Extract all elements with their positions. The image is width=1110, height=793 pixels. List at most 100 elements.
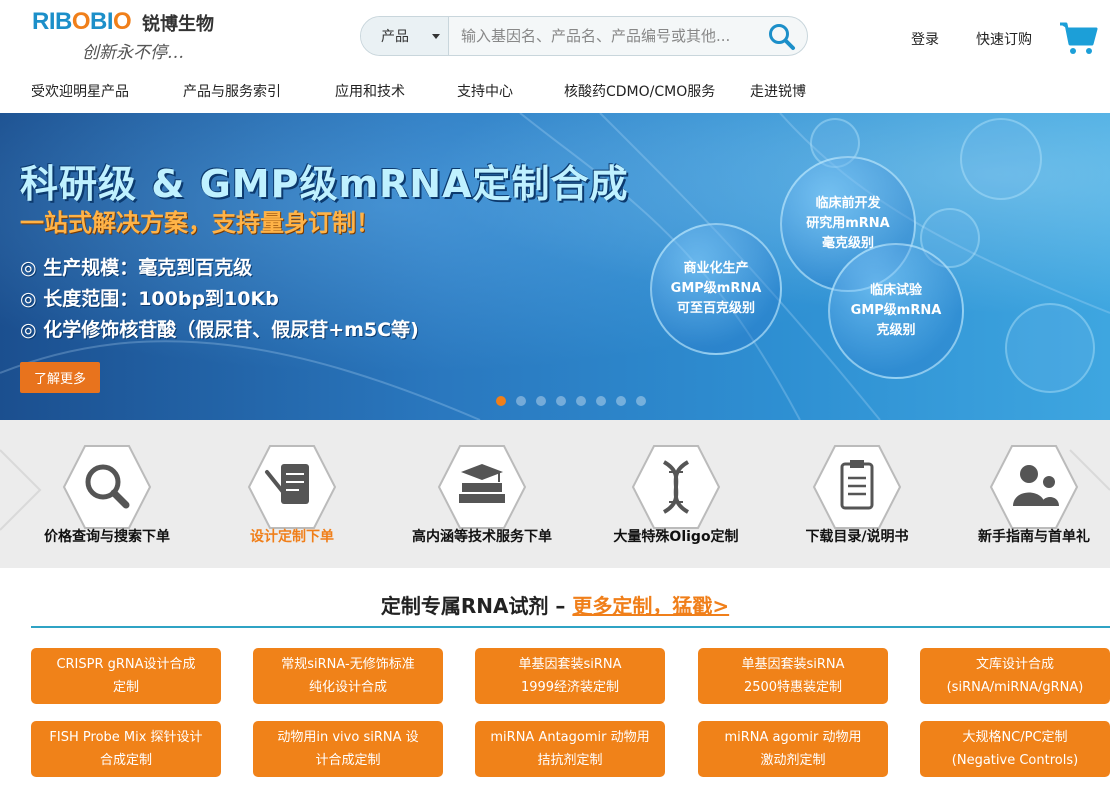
carousel-dot[interactable] bbox=[616, 396, 626, 406]
carousel-dots bbox=[496, 396, 646, 406]
logo[interactable]: RIBOBIO 锐博生物 创新永不停… bbox=[32, 8, 232, 64]
learn-more-button[interactable]: 了解更多 bbox=[20, 362, 100, 393]
search-input[interactable] bbox=[449, 17, 749, 55]
bubble-line: 临床试验 bbox=[869, 283, 922, 298]
product-line: 1999经济装定制 bbox=[520, 680, 620, 695]
carousel-dot[interactable] bbox=[596, 396, 606, 406]
clipboard-icon bbox=[812, 445, 902, 529]
product-line: 拮抗剂定制 bbox=[537, 753, 603, 768]
header: RIBOBIO 锐博生物 创新永不停… 产品 登录 快速订购 bbox=[0, 0, 1110, 75]
bubble-line: GMP级mRNA bbox=[670, 281, 762, 296]
nav-item-cdmo[interactable]: 核酸药CDMO/CMO服务 bbox=[564, 81, 715, 101]
quick-link-label: 大量特殊Oligo定制 bbox=[613, 529, 739, 545]
carousel-dot[interactable] bbox=[636, 396, 646, 406]
product-button[interactable]: 动物用in vivo siRNA 设计合成定制 bbox=[253, 721, 443, 777]
product-button[interactable]: miRNA agomir 动物用 激动剂定制 bbox=[698, 721, 888, 777]
product-line: 大规格NC/PC定制 bbox=[962, 730, 1068, 745]
banner-bubble-clinical: 临床试验 GMP级mRNA 克级别 bbox=[828, 243, 964, 379]
product-button[interactable]: FISH Probe Mix 探针设计 合成定制 bbox=[31, 721, 221, 777]
nav-item-product-index[interactable]: 产品与服务索引 bbox=[183, 81, 281, 101]
cart-button[interactable] bbox=[1058, 20, 1098, 56]
carousel-dot[interactable] bbox=[556, 396, 566, 406]
product-line: 2500特惠装定制 bbox=[743, 680, 843, 695]
decor-bubble bbox=[1005, 303, 1095, 393]
quick-link-label: 价格查询与搜索下单 bbox=[44, 529, 170, 545]
product-line: 合成定制 bbox=[99, 753, 152, 768]
carousel-dot[interactable] bbox=[496, 396, 506, 406]
product-line: 单基因套装siRNA bbox=[741, 657, 845, 672]
hero-banner[interactable]: 科研级 & GMP级mRNA定制合成 一站式解决方案，支持量身订制！ ◎ 生产规… bbox=[0, 113, 1110, 420]
quick-link-label: 高内涵等技术服务下单 bbox=[412, 529, 552, 545]
cart-icon bbox=[1060, 22, 1098, 54]
books-icon bbox=[437, 445, 527, 529]
product-button[interactable]: miRNA Antagomir 动物用 拮抗剂定制 bbox=[475, 721, 665, 777]
product-button[interactable]: 单基因套装siRNA 1999经济装定制 bbox=[475, 648, 665, 704]
product-line: 激动剂定制 bbox=[760, 753, 826, 768]
search-button[interactable] bbox=[767, 22, 797, 52]
quick-link-oligo[interactable]: 大量特殊Oligo定制 bbox=[586, 420, 766, 568]
product-line: 单基因套装siRNA bbox=[518, 657, 622, 672]
logo-slogan: 创新永不停… bbox=[82, 43, 184, 63]
product-line: (Negative Controls) bbox=[951, 753, 1079, 768]
product-line: CRISPR gRNA设计合成 bbox=[56, 657, 196, 672]
nav-item-applications[interactable]: 应用和技术 bbox=[335, 81, 405, 101]
section-title-text: 定制专属RNA试剂 – bbox=[380, 594, 573, 618]
product-button[interactable]: 大规格NC/PC定制 (Negative Controls) bbox=[920, 721, 1110, 777]
quick-link-label: 新手指南与首单礼 bbox=[978, 529, 1090, 545]
search-bar: 产品 bbox=[360, 16, 808, 56]
logo-cn-name: 锐博生物 bbox=[142, 14, 214, 35]
section-divider bbox=[31, 626, 1110, 628]
product-line: miRNA Antagomir 动物用 bbox=[490, 730, 650, 745]
quick-link-label: 下载目录/说明书 bbox=[805, 529, 909, 545]
bubble-line: 研究用mRNA bbox=[806, 216, 890, 231]
carousel-dot[interactable] bbox=[536, 396, 546, 406]
search-category-select[interactable]: 产品 bbox=[361, 17, 449, 55]
search-category-value: 产品 bbox=[381, 29, 409, 45]
nav-item-about[interactable]: 走进锐博 bbox=[750, 81, 806, 101]
carousel-dot[interactable] bbox=[576, 396, 586, 406]
product-button[interactable]: 文库设计合成 (siRNA/miRNA/gRNA) bbox=[920, 648, 1110, 704]
product-line: (siRNA/miRNA/gRNA) bbox=[946, 680, 1084, 695]
product-line: FISH Probe Mix 探针设计 bbox=[49, 730, 203, 745]
product-line: 常规siRNA-无修饰标准 bbox=[281, 657, 415, 672]
product-line: 计合成定制 bbox=[315, 753, 381, 768]
product-button[interactable]: 常规siRNA-无修饰标准 纯化设计合成 bbox=[253, 648, 443, 704]
banner-bullet: ◎ 长度范围：100bp到10Kb bbox=[20, 288, 279, 310]
search-icon bbox=[62, 445, 152, 529]
product-line: 定制 bbox=[112, 680, 139, 695]
quick-link-tech-service[interactable]: 高内涵等技术服务下单 bbox=[392, 420, 572, 568]
product-button[interactable]: 单基因套装siRNA 2500特惠装定制 bbox=[698, 648, 888, 704]
search-icon bbox=[769, 24, 795, 50]
product-line: 纯化设计合成 bbox=[308, 680, 387, 695]
logo-brand: RIBOBIO bbox=[32, 8, 132, 35]
bubble-line: 商业化生产 bbox=[683, 261, 749, 276]
bubble-line: 可至百克级别 bbox=[676, 301, 755, 316]
bubble-line: GMP级mRNA bbox=[850, 303, 942, 318]
dna-icon bbox=[631, 445, 721, 529]
decor-bubble bbox=[960, 118, 1042, 200]
carousel-dot[interactable] bbox=[516, 396, 526, 406]
nav-item-support[interactable]: 支持中心 bbox=[457, 81, 513, 101]
quick-order-link[interactable]: 快速订购 bbox=[976, 29, 1032, 49]
product-button[interactable]: CRISPR gRNA设计合成 定制 bbox=[31, 648, 221, 704]
more-custom-link[interactable]: 更多定制，猛戳> bbox=[572, 594, 729, 618]
nav-item-star-products[interactable]: 受欢迎明星产品 bbox=[31, 81, 129, 101]
banner-bullet: ◎ 化学修饰核苷酸（假尿苷、假尿苷+m5C等) bbox=[20, 319, 419, 341]
quick-link-design-order[interactable]: 设计定制下单 bbox=[202, 420, 382, 568]
login-link[interactable]: 登录 bbox=[911, 29, 939, 49]
main-nav: 受欢迎明星产品 产品与服务索引 应用和技术 支持中心 核酸药CDMO/CMO服务… bbox=[0, 75, 1110, 113]
product-line: miRNA agomir 动物用 bbox=[724, 730, 862, 745]
bubble-line: 临床前开发 bbox=[815, 196, 881, 211]
bubble-line: 克级别 bbox=[876, 323, 916, 338]
quick-links-bar: 价格查询与搜索下单 设计定制下单 高内涵等技术服务下单 大量特殊Oligo定制 … bbox=[0, 420, 1110, 568]
quick-link-label: 设计定制下单 bbox=[250, 529, 334, 545]
quick-link-price-search[interactable]: 价格查询与搜索下单 bbox=[17, 420, 197, 568]
banner-bubble-commercial: 商业化生产 GMP级mRNA 可至百克级别 bbox=[650, 223, 782, 355]
users-icon bbox=[989, 445, 1079, 529]
design-icon bbox=[247, 445, 337, 529]
chevron-down-icon bbox=[432, 34, 440, 39]
banner-subtitle: 一站式解决方案，支持量身订制！ bbox=[20, 209, 380, 237]
quick-link-newbie[interactable]: 新手指南与首单礼 bbox=[944, 420, 1110, 568]
banner-title: 科研级 & GMP级mRNA定制合成 bbox=[20, 162, 629, 206]
quick-link-download[interactable]: 下载目录/说明书 bbox=[767, 420, 947, 568]
